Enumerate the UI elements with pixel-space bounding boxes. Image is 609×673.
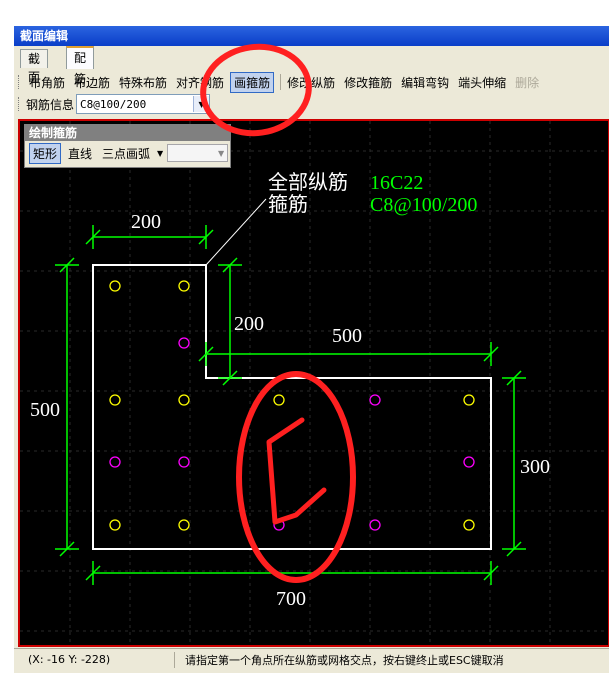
rebar-point <box>463 456 475 468</box>
toolbar-grip[interactable] <box>18 97 22 111</box>
leader-line <box>205 198 267 266</box>
rebar-point <box>463 394 475 406</box>
dim-bottom-width: 700 <box>276 588 306 610</box>
grid-lines <box>20 121 608 645</box>
end-extend-button[interactable]: 端头伸缩 <box>455 73 509 92</box>
rectangle-button[interactable]: 矩形 <box>29 142 62 164</box>
rebar-toolbar: 布角筋 布边筋 特殊布筋 对齐钢筋 画箍筋 修改纵筋 修改箍筋 编辑弯钩 端头伸… <box>18 71 605 93</box>
chevron-down-icon[interactable]: ▼ <box>193 96 210 112</box>
rebar-point <box>273 394 285 406</box>
rebar-points <box>109 280 475 531</box>
rebar-info-bar: 钢筋信息 C8@100/200 ▼ <box>18 93 605 115</box>
rebar-point <box>178 280 190 292</box>
three-point-arc-button[interactable]: 三点画弧 <box>99 144 153 163</box>
draw-mode-combo[interactable]: ▼ <box>167 144 229 162</box>
rebar-point <box>273 519 285 531</box>
draw-stirrup-button[interactable]: 画箍筋 <box>230 71 275 93</box>
edit-long-rebar-button[interactable]: 修改纵筋 <box>284 73 338 92</box>
rebar-info-value[interactable]: C8@100/200 <box>77 98 193 111</box>
line-button[interactable]: 直线 <box>65 144 95 163</box>
edit-hook-button[interactable]: 编辑弯钩 <box>398 73 452 92</box>
section-drawing[interactable]: 200 200 500 500 300 700 全部纵筋 箍筋 16C22 C8… <box>20 121 608 645</box>
cursor-coordinates: (X: -16 Y: -228) <box>14 652 175 668</box>
corner-rebar-button[interactable]: 布角筋 <box>26 73 68 92</box>
delete-button[interactable]: 删除 <box>512 73 542 92</box>
rebar-point <box>178 337 190 349</box>
edit-stirrup-button[interactable]: 修改箍筋 <box>341 73 395 92</box>
dimension-lines <box>55 225 526 585</box>
rebar-info-label: 钢筋信息 <box>26 97 75 112</box>
rebar-point <box>178 456 190 468</box>
rebar-point <box>178 519 190 531</box>
rebar-point <box>109 394 121 406</box>
rebar-point <box>178 394 190 406</box>
rebar-info-combo[interactable]: C8@100/200 ▼ <box>76 94 211 114</box>
toolbar-separator <box>280 74 282 90</box>
rebar-point <box>109 519 121 531</box>
drawing-canvas[interactable]: 200 200 500 500 300 700 全部纵筋 箍筋 16C22 C8… <box>18 119 609 647</box>
window-title: 截面编辑 <box>14 26 609 46</box>
rebar-point <box>109 280 121 292</box>
rebar-point <box>109 456 121 468</box>
align-rebar-button[interactable]: 对齐钢筋 <box>173 73 227 92</box>
tab-section[interactable]: 截面 <box>20 49 49 84</box>
dim-right-width: 500 <box>332 325 362 347</box>
rebar-point <box>369 394 381 406</box>
status-bar: (X: -16 Y: -228) 请指定第一个角点所在纵筋或网格交点，按右键终止… <box>14 648 609 671</box>
status-message: 请指定第一个角点所在纵筋或网格交点，按右键终止或ESC键取消 <box>185 654 504 667</box>
dim-top-width: 200 <box>131 211 161 233</box>
dim-right-height: 300 <box>520 456 550 478</box>
toolbar-grip[interactable] <box>18 75 22 89</box>
edge-rebar-button[interactable]: 布边筋 <box>71 73 113 92</box>
section-editor-window: 截面编辑 截面 配筋 布角筋 布边筋 特殊布筋 对齐钢筋 画箍筋 修改纵筋 修改… <box>14 26 609 673</box>
label-stirrup: 箍筋 <box>268 192 308 216</box>
special-rebar-button[interactable]: 特殊布筋 <box>116 73 170 92</box>
tab-reinforcement[interactable]: 配筋 <box>66 46 95 86</box>
value-all-long-rebar: 16C22 <box>370 172 423 194</box>
rebar-point <box>463 519 475 531</box>
draw-stirrup-panel-title[interactable]: 绘制箍筋 <box>25 125 230 141</box>
label-all-long-rebar: 全部纵筋 <box>268 170 348 194</box>
section-outline <box>92 264 492 550</box>
chevron-down-icon[interactable]: ▼ <box>157 149 163 158</box>
dim-notch-depth: 200 <box>234 313 264 335</box>
draw-stirrup-panel: 绘制箍筋 矩形 直线 三点画弧 ▼ ▼ <box>24 124 231 168</box>
value-stirrup: C8@100/200 <box>370 194 477 216</box>
dim-height: 500 <box>30 399 60 421</box>
rebar-point <box>369 519 381 531</box>
